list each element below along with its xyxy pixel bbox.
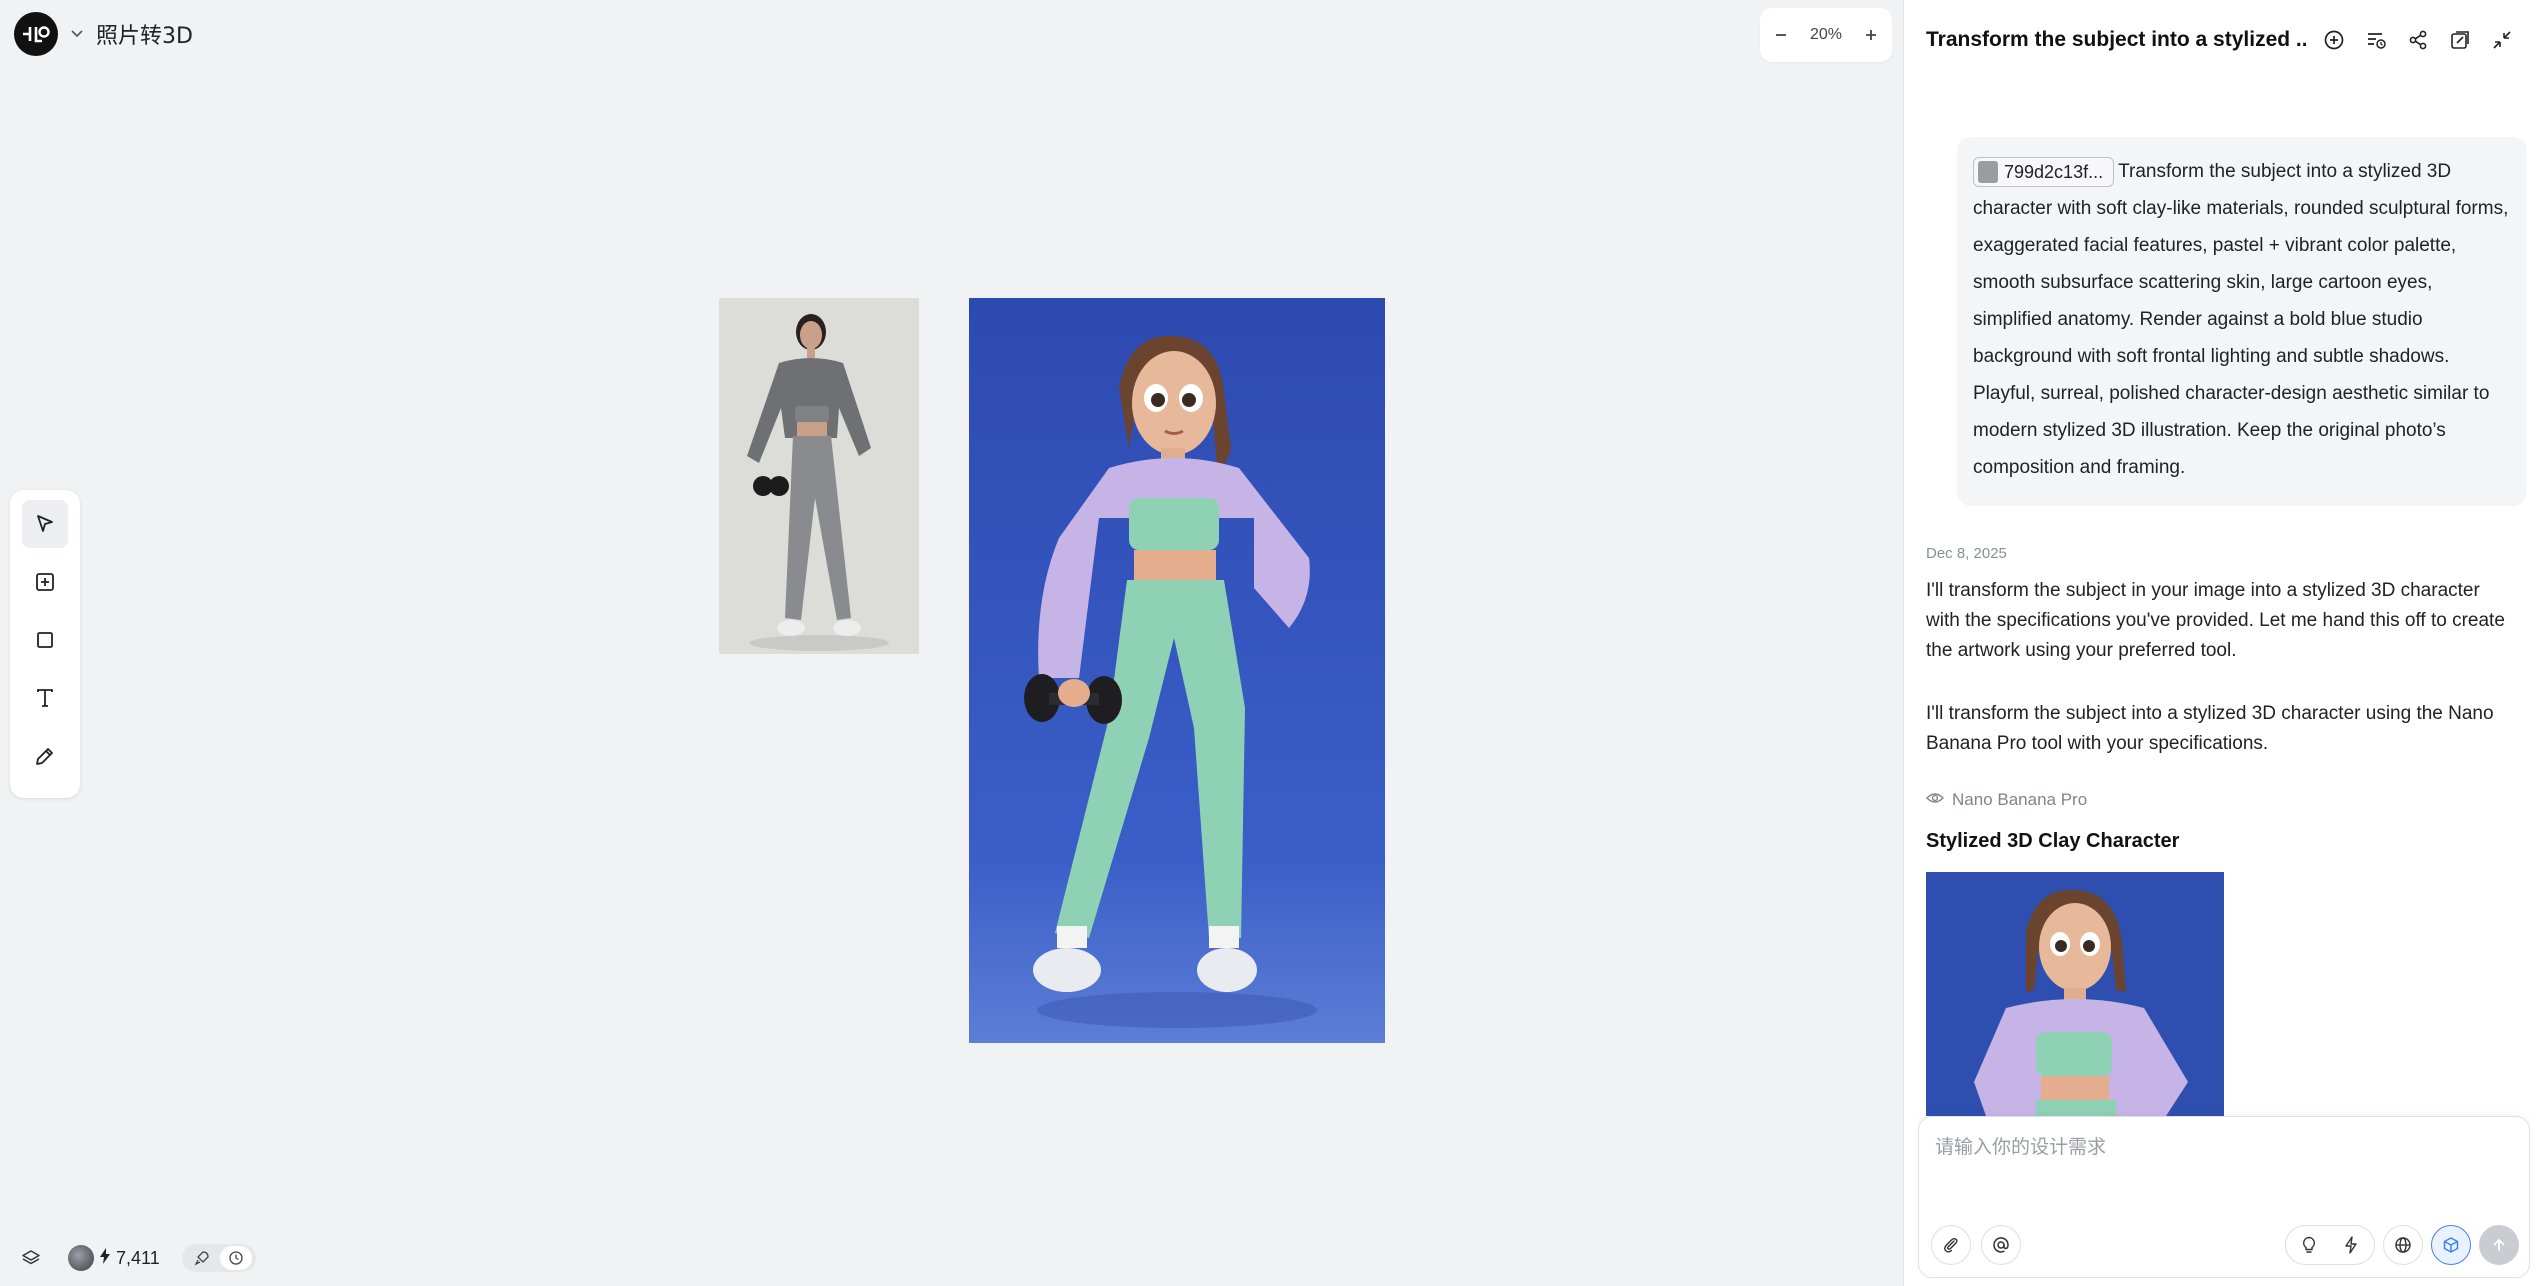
send-button[interactable] — [2479, 1225, 2519, 1265]
chevron-down-icon[interactable] — [68, 25, 86, 43]
zoom-level: 20% — [1809, 26, 1843, 43]
bulb-icon[interactable] — [2288, 1227, 2330, 1263]
chat-title: Transform the subject into a stylized ..… — [1926, 28, 2306, 51]
layers-icon[interactable] — [18, 1245, 44, 1271]
project-switcher[interactable]: 照片转3D — [14, 12, 193, 56]
view-toggle-group — [181, 1244, 256, 1272]
eye-icon — [1926, 790, 1944, 810]
zoom-in-button[interactable] — [1857, 21, 1885, 49]
user-message: 799d2c13f... Transform the subject into a… — [1957, 137, 2527, 506]
rocket-icon[interactable] — [186, 1246, 218, 1270]
credits-count: 7,411 — [116, 1247, 160, 1268]
project-name[interactable]: 照片转3D — [96, 18, 193, 50]
message-date: Dec 8, 2025 — [1926, 545, 2007, 562]
tool-name: Nano Banana Pro — [1952, 790, 2088, 809]
open-new-window-icon[interactable] — [2446, 26, 2474, 54]
canvas-image-original[interactable] — [719, 298, 919, 654]
text-tool[interactable] — [22, 674, 68, 722]
rectangle-tool[interactable] — [22, 616, 68, 664]
pen-tool[interactable] — [22, 732, 68, 780]
credits-display[interactable]: 7,411 — [68, 1245, 160, 1271]
result-thumbnail[interactable] — [1926, 872, 2224, 1116]
history-clock-icon[interactable] — [219, 1246, 252, 1270]
canvas-image-generated[interactable] — [969, 298, 1385, 1043]
bolt-icon — [100, 1247, 110, 1269]
collapse-icon[interactable] — [2488, 26, 2516, 54]
result-title: Stylized 3D Clay Character — [1926, 830, 2180, 852]
chat-composer — [1918, 1116, 2530, 1278]
status-bar: 7,411 — [18, 1244, 256, 1272]
user-message-text: Transform the subject into a stylized 3D… — [1973, 161, 2509, 478]
history-list-icon[interactable] — [2362, 26, 2390, 54]
new-chat-icon[interactable] — [2320, 26, 2348, 54]
canvas-toolbar — [10, 490, 80, 798]
share-icon[interactable] — [2404, 26, 2432, 54]
image-reference-chip[interactable]: 799d2c13f... — [1973, 156, 2115, 187]
tool-indicator: Nano Banana Pro — [1926, 790, 2087, 810]
design-request-input[interactable] — [1935, 1129, 2505, 1165]
image-reference-label: 799d2c13f... — [2004, 161, 2104, 182]
globe-icon[interactable] — [2383, 1225, 2423, 1265]
chat-header: Transform the subject into a stylized ..… — [1926, 22, 2516, 58]
app-logo[interactable] — [14, 12, 58, 56]
3d-cube-icon[interactable] — [2431, 1225, 2471, 1265]
zoom-control: 20% — [1760, 8, 1892, 62]
mode-toggle-group — [2285, 1225, 2375, 1265]
add-frame-tool[interactable] — [22, 558, 68, 606]
image-thumbnail-icon — [1978, 160, 1998, 183]
assistant-reply-2: I'll transform the subject into a styliz… — [1926, 703, 2494, 754]
attach-button[interactable] — [1931, 1225, 1971, 1265]
chat-panel: Transform the subject into a stylized ..… — [1903, 0, 2536, 1286]
lightning-icon[interactable] — [2330, 1227, 2372, 1263]
select-tool[interactable] — [22, 500, 68, 548]
canvas[interactable]: 照片转3D 20% 7,411 — [0, 0, 1903, 1286]
mention-button[interactable] — [1981, 1225, 2021, 1265]
assistant-reply-1: I'll transform the subject in your image… — [1926, 580, 2505, 661]
avatar[interactable] — [68, 1245, 94, 1271]
zoom-out-button[interactable] — [1767, 21, 1795, 49]
